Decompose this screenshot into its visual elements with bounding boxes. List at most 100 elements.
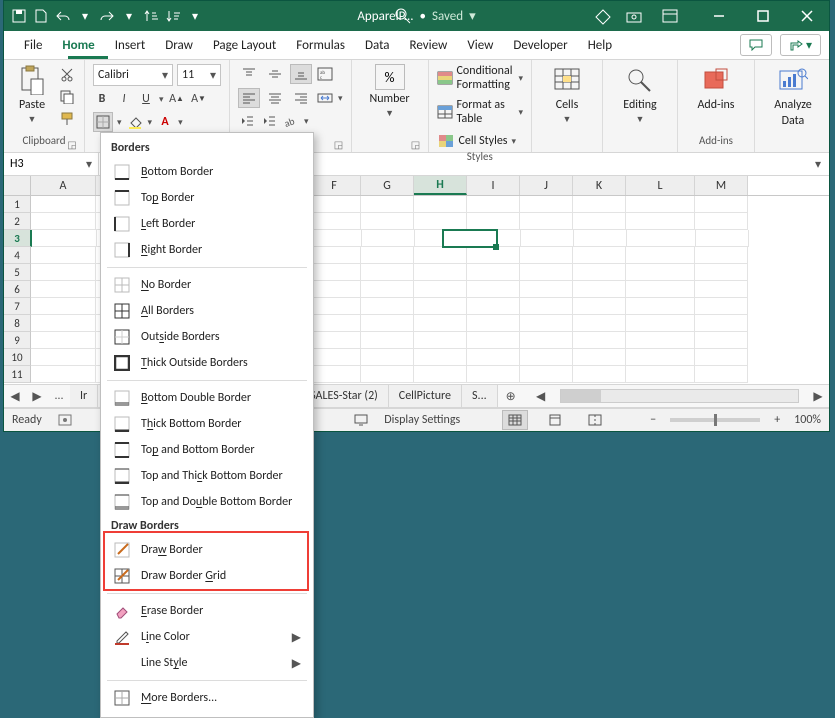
add-sheet-button[interactable]: ⊕	[498, 385, 524, 407]
tab-view[interactable]: View	[457, 31, 503, 59]
column-header[interactable]: J	[520, 176, 573, 195]
column-header[interactable]: M	[695, 176, 748, 195]
align-top-icon[interactable]	[238, 64, 260, 84]
format-painter-icon[interactable]	[58, 110, 76, 128]
tab-developer[interactable]: Developer	[503, 31, 577, 59]
hscroll-right[interactable]: ▶	[807, 385, 829, 407]
decrease-indent-icon[interactable]	[238, 112, 256, 130]
number-format-button[interactable]: % Number ▼	[360, 64, 420, 119]
zoom-level[interactable]: 100%	[794, 413, 821, 427]
comments-button[interactable]	[740, 34, 772, 56]
cell[interactable]	[573, 247, 626, 264]
row-header[interactable]: 3	[4, 230, 32, 247]
cell[interactable]	[414, 298, 467, 315]
copy-icon[interactable]	[58, 88, 76, 106]
row-header[interactable]: 4	[4, 247, 31, 264]
new-icon[interactable]	[32, 7, 50, 25]
cell[interactable]	[695, 213, 748, 230]
cell[interactable]	[361, 247, 414, 264]
menu-item-draw-border-grid[interactable]: Draw Border Grid	[103, 563, 311, 589]
cell[interactable]	[361, 298, 414, 315]
cell[interactable]	[31, 213, 96, 230]
save-status[interactable]: Saved	[432, 9, 463, 24]
undo-icon[interactable]	[54, 7, 72, 25]
cell[interactable]	[414, 366, 467, 383]
cell[interactable]	[31, 349, 96, 366]
tab-file[interactable]: File	[14, 31, 52, 59]
view-normal-icon[interactable]	[502, 410, 528, 430]
cell[interactable]	[414, 196, 467, 213]
fill-color-icon[interactable]	[126, 113, 144, 131]
cell[interactable]	[414, 264, 467, 281]
macro-record-icon[interactable]	[56, 411, 74, 429]
cell[interactable]	[573, 264, 626, 281]
view-page-layout-icon[interactable]	[542, 410, 568, 430]
increase-indent-icon[interactable]	[260, 112, 278, 130]
cell[interactable]	[520, 366, 573, 383]
cell[interactable]	[573, 366, 626, 383]
cell[interactable]	[695, 349, 748, 366]
cell[interactable]	[695, 264, 748, 281]
close-button[interactable]	[785, 1, 829, 31]
cell[interactable]	[414, 281, 467, 298]
sheet-tab[interactable]: S...	[462, 385, 498, 407]
cell[interactable]	[361, 264, 414, 281]
row-header[interactable]: 8	[4, 315, 31, 332]
wrap-text-icon[interactable]: abc	[316, 65, 334, 83]
cell[interactable]	[308, 196, 361, 213]
menu-item-no-border[interactable]: No Border	[103, 272, 311, 298]
column-header[interactable]: I	[467, 176, 520, 195]
align-left-icon[interactable]	[238, 88, 260, 108]
cell[interactable]	[520, 349, 573, 366]
zoom-in-button[interactable]: +	[774, 413, 780, 427]
cell[interactable]	[695, 247, 748, 264]
menu-item-line-color[interactable]: Line Color ▶	[103, 624, 311, 650]
cell[interactable]	[574, 230, 627, 247]
tab-page-layout[interactable]: Page Layout	[203, 31, 286, 59]
formula-expand-icon[interactable]: ▾	[807, 153, 829, 175]
column-header[interactable]: H	[414, 176, 467, 195]
increase-font-icon[interactable]: A▲	[168, 90, 186, 108]
number-launcher-icon[interactable]: ◲	[410, 138, 422, 150]
column-header[interactable]: K	[573, 176, 626, 195]
tab-home[interactable]: Home	[52, 31, 104, 59]
cell[interactable]	[414, 332, 467, 349]
menu-item-draw-border[interactable]: Draw Border	[103, 537, 311, 563]
minimize-button[interactable]	[697, 1, 741, 31]
merge-center-icon[interactable]	[316, 89, 334, 107]
align-middle-icon[interactable]	[264, 64, 286, 84]
column-header[interactable]: A	[31, 176, 96, 195]
cell[interactable]	[308, 366, 361, 383]
menu-item-top-border[interactable]: Top Border	[103, 185, 311, 211]
menu-item-erase-border[interactable]: Erase Border	[103, 598, 311, 624]
row-header[interactable]: 6	[4, 281, 31, 298]
alignment-launcher-icon[interactable]: ◲	[333, 138, 345, 150]
cell[interactable]	[361, 196, 414, 213]
cell[interactable]	[520, 213, 573, 230]
account-icon[interactable]	[625, 7, 643, 25]
align-right-icon[interactable]	[290, 88, 312, 108]
font-name-dropdown[interactable]: Calibri▾	[93, 64, 173, 86]
cell[interactable]	[308, 247, 361, 264]
cell[interactable]	[467, 213, 520, 230]
cell[interactable]	[626, 349, 695, 366]
ribbon-mode-icon[interactable]	[661, 7, 679, 25]
cell[interactable]	[467, 196, 520, 213]
sheet-tab[interactable]: CellPicture	[389, 385, 462, 407]
display-settings-icon[interactable]	[352, 411, 370, 429]
tab-insert[interactable]: Insert	[105, 31, 156, 59]
cell[interactable]	[467, 349, 520, 366]
row-header[interactable]: 2	[4, 213, 31, 230]
tab-data[interactable]: Data	[355, 31, 400, 59]
cell[interactable]	[414, 247, 467, 264]
cell[interactable]	[414, 315, 467, 332]
sheet-nav-more[interactable]: …	[48, 385, 70, 407]
cell[interactable]	[467, 315, 520, 332]
cell[interactable]	[626, 366, 695, 383]
cell[interactable]	[695, 298, 748, 315]
menu-item-left-border[interactable]: Left Border	[103, 211, 311, 237]
sheet-nav-prev[interactable]: ◀	[4, 385, 26, 407]
name-box[interactable]: H3 ▾	[4, 153, 99, 175]
cell[interactable]	[308, 349, 361, 366]
menu-item-thick-bottom-border[interactable]: Thick Bottom Border	[103, 411, 311, 437]
